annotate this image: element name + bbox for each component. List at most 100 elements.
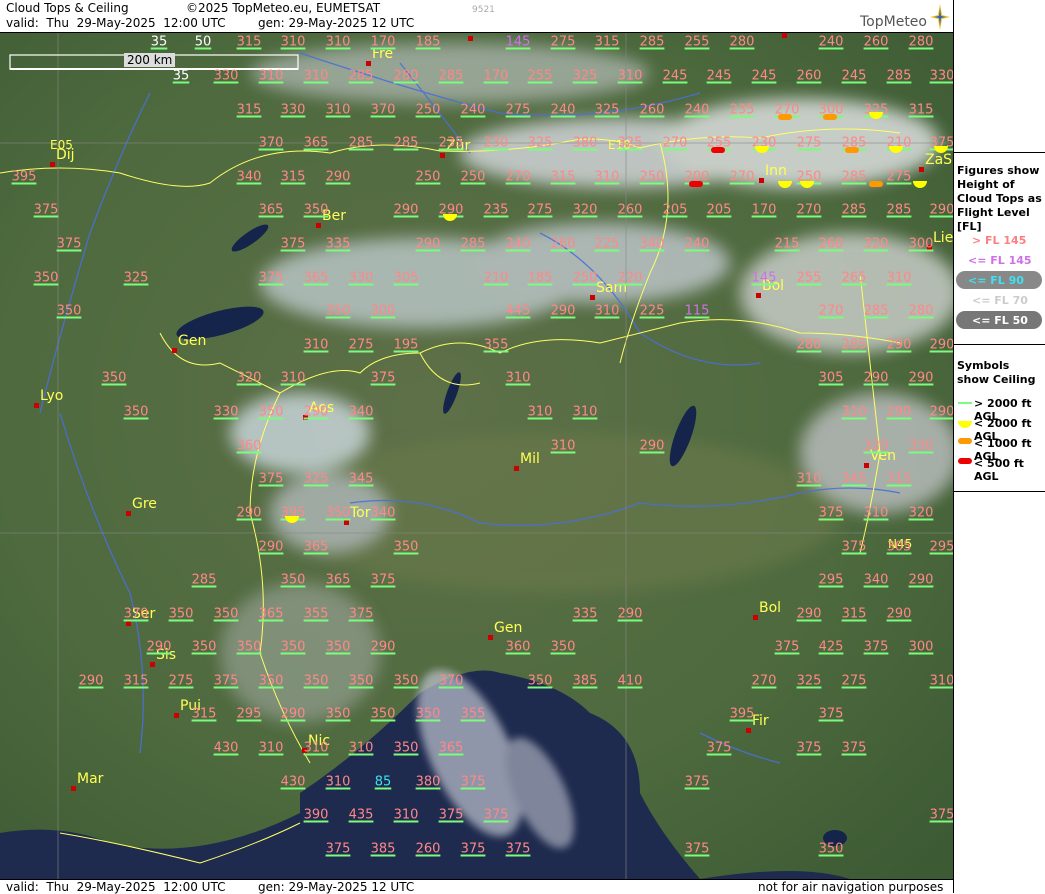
cloud-top-value: 185 <box>527 270 553 286</box>
cloud-top-value: 315 <box>191 706 217 722</box>
cloud-top-value: 350 <box>168 606 194 622</box>
ceiling-legend-title: Symbols show Ceiling <box>957 359 1036 386</box>
cloud-top-value: 230 <box>483 135 509 151</box>
cloud-top-value: 280 <box>908 34 934 50</box>
cloud-top-value: 315 <box>594 34 620 50</box>
cloud-top-value: 350 <box>393 673 419 689</box>
cloud-top-value: 375 <box>863 639 889 655</box>
cloud-top-value: 330 <box>213 68 239 84</box>
cloud-top-value: 270 <box>505 169 531 185</box>
legend-level-4: <= FL 70 <box>972 294 1028 307</box>
cloud-top-value: 270 <box>751 673 777 689</box>
cloud-top-value: 245 <box>662 68 688 84</box>
cloud-top-value: 260 <box>818 236 844 252</box>
scale-bar-label: 200 km <box>124 53 176 67</box>
cloud-top-value: 375 <box>684 841 710 857</box>
cloud-top-value: 170 <box>751 202 777 218</box>
cloud-top-value: 360 <box>505 639 531 655</box>
cloud-top-value: 35 <box>150 34 168 50</box>
cloud-top-value: 365 <box>303 135 329 151</box>
cloud-top-value: 195 <box>393 337 419 353</box>
cloud-top-value: 325 <box>303 471 329 487</box>
cloud-top-value: 215 <box>774 236 800 252</box>
cloud-top-value: 310 <box>325 34 351 50</box>
city-marker <box>150 662 155 667</box>
city-marker <box>590 295 595 300</box>
cloud-top-value: 290 <box>886 606 912 622</box>
cloud-top-value: 295 <box>236 706 262 722</box>
cloud-top-value: 320 <box>863 438 889 454</box>
ceiling-below-2000-icon <box>778 181 792 188</box>
city-marker <box>316 223 321 228</box>
cloud-top-value: 370 <box>438 673 464 689</box>
cloud-top-value: 375 <box>684 774 710 790</box>
cloud-top-value: 345 <box>841 471 867 487</box>
cloud-top-value: 260 <box>415 841 441 857</box>
cloud-top-value: 285 <box>191 572 217 588</box>
cloud-top-value: 210 <box>483 270 509 286</box>
cloud-top-value: 285 <box>393 135 419 151</box>
cloud-top-value: 255 <box>684 34 710 50</box>
cloud-top-value: 375 <box>818 706 844 722</box>
cloud-top-value: 350 <box>258 673 284 689</box>
cloud-top-value: 310 <box>325 102 351 118</box>
ceiling-legend-4: < 500 ft AGL <box>974 457 1024 483</box>
cloud-top-value: 35 <box>172 68 190 84</box>
cloud-top-value: 350 <box>325 706 351 722</box>
city-marker <box>71 786 76 791</box>
cloud-top-value: 290 <box>303 404 329 420</box>
city-label: Lyo <box>40 388 64 404</box>
cloud-top-value: 425 <box>818 639 844 655</box>
city-marker <box>468 36 473 41</box>
cloud-top-value: 355 <box>303 606 329 622</box>
city-marker <box>782 33 787 38</box>
city-marker <box>440 153 445 158</box>
city-marker <box>759 178 764 183</box>
cloud-top-value: 285 <box>841 202 867 218</box>
cloud-top-value: 375 <box>258 270 284 286</box>
cloud-top-value: 285 <box>348 68 374 84</box>
cloud-top-value: 340 <box>639 236 665 252</box>
ceiling-below-1000-icon <box>869 181 883 187</box>
city-label: Tor <box>350 505 371 521</box>
city-marker <box>753 615 758 620</box>
cloud-top-value: 290 <box>236 505 262 521</box>
cloud-top-value: 285 <box>348 135 374 151</box>
cloud-top-value: 310 <box>841 404 867 420</box>
cloud-top-value: 115 <box>684 303 710 319</box>
ceiling-below-2000-icon <box>869 112 883 119</box>
cloud-top-value: 275 <box>886 169 912 185</box>
cloud-top-value: 335 <box>325 236 351 252</box>
cloud-top-value: 435 <box>348 807 374 823</box>
city-label: Mar <box>77 771 104 787</box>
legend-box: Figures show Height of Cloud Tops as Fli… <box>954 152 1045 492</box>
tops-legend-title: Figures show Height of Cloud Tops as Fli… <box>957 164 1042 233</box>
cloud-top-value: 350 <box>325 303 351 319</box>
cloud-top-value: 355 <box>460 706 486 722</box>
cloud-top-value: 280 <box>796 337 822 353</box>
cloud-top-value: 240 <box>684 236 710 252</box>
cloud-top-value: 330 <box>213 404 239 420</box>
cloud-top-value: 270 <box>729 169 755 185</box>
cloud-top-value: 290 <box>796 606 822 622</box>
cloud-top-value: 300 <box>370 303 396 319</box>
cloud-top-value: 310 <box>505 370 531 386</box>
cloud-top-value: 375 <box>33 202 59 218</box>
cloud-top-value: 350 <box>325 505 351 521</box>
cloud-top-value: 310 <box>303 740 329 756</box>
cloud-top-value: 310 <box>303 68 329 84</box>
cloud-top-value: 350 <box>213 606 239 622</box>
cloud-top-value: 275 <box>796 135 822 151</box>
cloud-top-value: 330 <box>929 68 953 84</box>
cloud-top-value: 205 <box>662 202 688 218</box>
cloud-top-value: 310 <box>393 807 419 823</box>
cloud-top-value: 265 <box>841 270 867 286</box>
cloud-top-value: 350 <box>393 740 419 756</box>
cloud-top-value: 365 <box>303 539 329 555</box>
ceiling-below-1000-icon <box>845 147 859 153</box>
footer: valid: Thu 29-May-2025 12:00 UTC gen: 29… <box>0 879 953 894</box>
cloud-top-value: 375 <box>370 572 396 588</box>
copyright: ©2025 TopMeteo.eu, EUMETSAT <box>186 1 381 15</box>
cloud-top-value: 310 <box>929 673 953 689</box>
city-label: Gre <box>132 496 157 512</box>
